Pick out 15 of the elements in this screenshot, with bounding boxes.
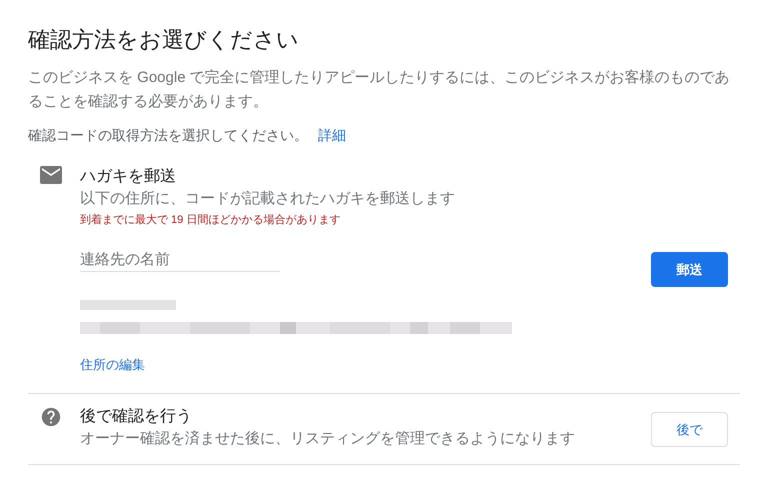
send-button[interactable]: 郵送 xyxy=(651,252,728,287)
page-title: 確認方法をお選びください xyxy=(28,26,300,54)
option-description: 以下の住所に、コードが記載されたハガキを郵送します xyxy=(80,189,456,209)
edit-address-link[interactable]: 住所の編集 xyxy=(80,356,145,374)
option-title: ハガキを郵送 xyxy=(80,166,177,187)
mail-icon xyxy=(40,166,62,184)
name-field[interactable]: 連絡先の名前 xyxy=(80,248,280,272)
delivery-note: 到着までに最大で 19 日間ほどかかる場合があります xyxy=(80,212,342,228)
option-title: 後で確認を行う xyxy=(80,406,193,427)
help-icon xyxy=(40,406,62,428)
details-link[interactable]: 詳細 xyxy=(318,124,346,146)
option-description: オーナー確認を済ませた後に、リスティングを管理できるようになります xyxy=(80,429,576,449)
instruction-text: 確認コードの取得方法を選択してください。 xyxy=(28,126,308,145)
later-button[interactable]: 後で xyxy=(651,412,728,447)
intro-text: このビジネスを Google で完全に管理したりアピールしたりするには、このビジネスがお客様のものであることを確認する必要があります。 xyxy=(28,68,731,112)
